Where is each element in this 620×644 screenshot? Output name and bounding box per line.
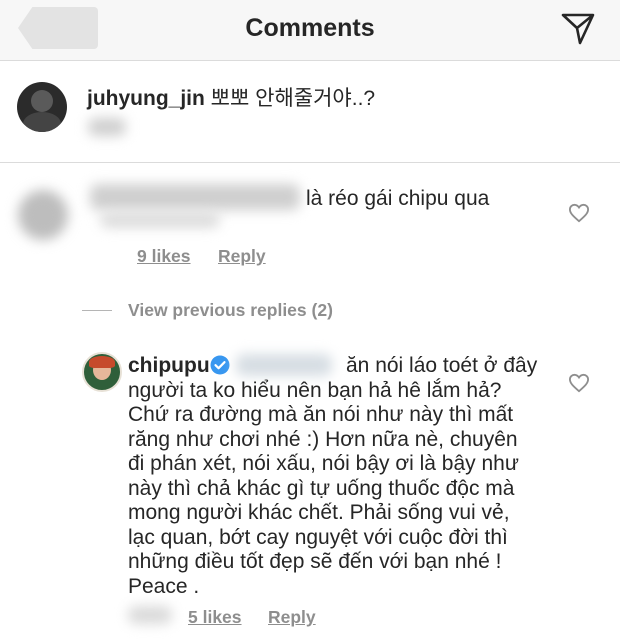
comment-avatar-redacted: [18, 190, 68, 240]
comment-reply-button[interactable]: Reply: [218, 246, 266, 267]
reply-time-redacted: [128, 606, 172, 624]
page-title: Comments: [245, 14, 375, 42]
reply-header-line: chipupu: [128, 354, 210, 379]
mentioned-username-redacted: [236, 354, 332, 376]
reply-line-8: lạc quan, bớt cay nguyệt với cuộc đời th…: [128, 525, 508, 549]
reply-line-2: người ta ko hiểu nên bạn hả hê lắm hả?: [128, 378, 502, 402]
reply-username[interactable]: chipupu: [128, 354, 210, 377]
reply-likes[interactable]: 5 likes: [188, 607, 242, 628]
reply-line-7: mong người khác chết. Phải sống vui vẻ,: [128, 501, 510, 524]
reply-line-1: ăn nói láo toét ở đây: [346, 354, 538, 377]
caption-meta-redacted: [88, 118, 126, 136]
reply-line-3: Chứ ra đường mà ăn nói như này thì mất: [128, 403, 514, 426]
comment-likes[interactable]: 9 likes: [137, 246, 191, 267]
replies-line: [82, 310, 112, 311]
reply-avatar[interactable]: [82, 352, 122, 392]
like-heart-icon[interactable]: [568, 203, 590, 223]
comment-username-redacted: [90, 184, 300, 210]
caption-body: 뽀뽀 안해줄거야..?: [210, 87, 376, 110]
comment-text: là réo gái chipu qua: [306, 187, 490, 210]
caption-avatar[interactable]: [17, 82, 67, 132]
comment-text-redacted: [100, 212, 220, 228]
reply-line-9: những điều tốt đẹp sẽ đến với bạn nhé !: [128, 550, 502, 573]
reply-reply-button[interactable]: Reply: [268, 607, 316, 628]
caption-username[interactable]: juhyung_jin: [87, 87, 205, 110]
caption-text: juhyung_jin 뽀뽀 안해줄거야..?: [87, 87, 375, 112]
view-previous-replies[interactable]: View previous replies (2): [128, 300, 333, 321]
verified-badge-icon: [210, 355, 230, 375]
reply-like-heart-icon[interactable]: [568, 373, 590, 393]
reply-line-10: Peace .: [128, 574, 200, 598]
direct-send-icon[interactable]: [560, 12, 596, 46]
caption-divider: [0, 162, 620, 163]
reply-line-5: đi phán xét, nói xấu, nói bậy ơi là bậy …: [128, 452, 519, 475]
reply-line-4: răng như chơi nhé :) Hơn nữa nè, chuyên: [128, 427, 518, 451]
top-bar: Comments: [0, 0, 620, 61]
reply-line-6: này thì chả khác gì tự uống thuốc độc mà: [128, 476, 515, 500]
